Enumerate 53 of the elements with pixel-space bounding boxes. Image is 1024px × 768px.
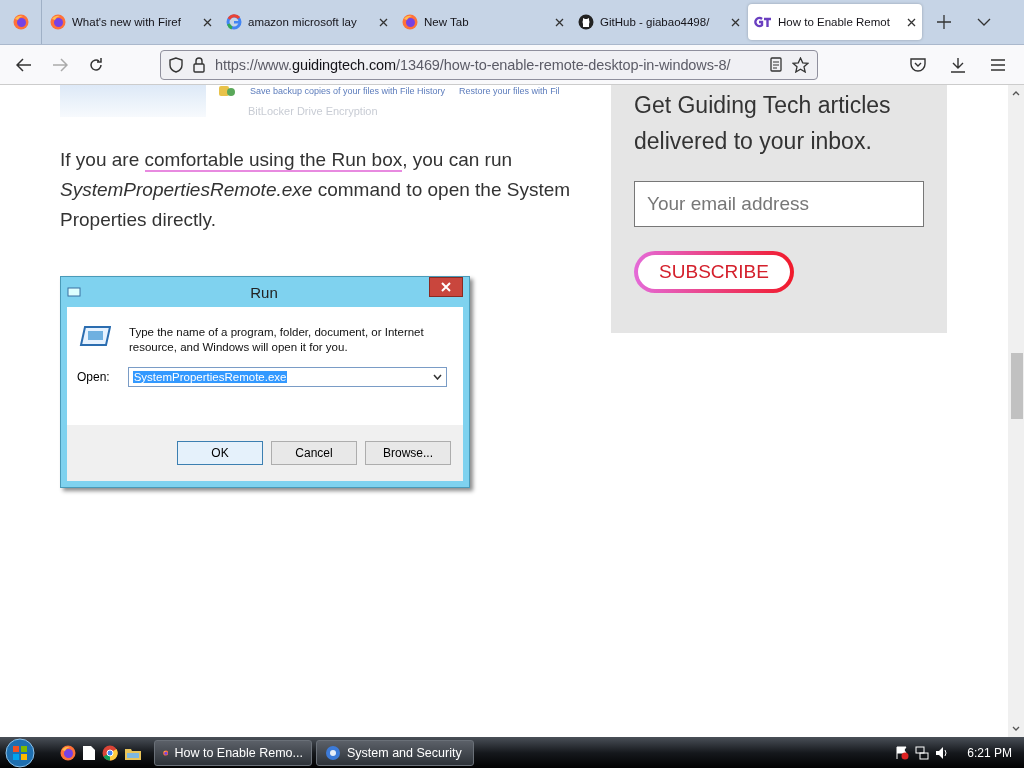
- close-icon[interactable]: [441, 282, 451, 292]
- gt-logo-icon: [754, 16, 772, 28]
- close-tab-icon[interactable]: [555, 17, 564, 27]
- scroll-down-icon[interactable]: [1012, 726, 1020, 731]
- network-icon[interactable]: [915, 746, 930, 760]
- dialog-description: Type the name of a program, folder, document, or Internet resource, and Windows will open it for you.: [129, 325, 425, 355]
- browser-tab[interactable]: What's new with Firef: [44, 4, 218, 40]
- close-button[interactable]: [429, 277, 463, 297]
- reader-view-icon[interactable]: [770, 57, 782, 72]
- run-program-icon: [79, 325, 111, 347]
- newsletter-heading: Get Guiding Tech articles delivered to your inbox.: [634, 91, 892, 156]
- close-tab-icon[interactable]: [731, 17, 740, 27]
- close-tab-icon[interactable]: [907, 17, 916, 27]
- article-paragraph: If you are comfortable using the Run box, you can run SystemPropertiesRemote.exe command to open the System Properties directly.: [60, 148, 572, 232]
- dialog-button[interactable]: Browse...: [365, 441, 451, 465]
- firefox-icon: [402, 14, 418, 30]
- browser-tab[interactable]: How to Enable Remot: [748, 4, 922, 40]
- close-tab-icon[interactable]: [379, 17, 388, 27]
- run-app-icon: [67, 287, 81, 297]
- bookmark-star-icon[interactable]: [792, 56, 809, 73]
- open-label: Open:: [77, 370, 110, 384]
- browser-tab[interactable]: amazon microsoft lay: [220, 4, 394, 40]
- firefox-launcher-icon: [60, 745, 76, 761]
- google-icon: [226, 14, 242, 30]
- close-tab-icon[interactable]: [203, 17, 212, 27]
- scrollbar-thumb[interactable]: [1011, 353, 1023, 419]
- chrome-icon[interactable]: [102, 745, 118, 761]
- github-icon: [578, 14, 594, 30]
- dialog-button[interactable]: OK: [177, 441, 263, 465]
- address-bar[interactable]: https://www.guidingtech.com/13469/how-to-enable-remote-desktop-in-windows-8/: [160, 49, 818, 80]
- firefox-icon: [12, 14, 29, 30]
- dialog-button[interactable]: Cancel: [271, 441, 357, 465]
- taskbar-window-button[interactable]: System and Security: [316, 740, 474, 766]
- volume-icon[interactable]: [935, 746, 950, 760]
- url-text: https://www.guidingtech.com/13469/how-to-enable-remote-desktop-in-windows-8/: [215, 56, 732, 73]
- taskbar-window-button[interactable]: How to Enable Remo...: [154, 740, 312, 766]
- control-panel-icon: [325, 745, 341, 761]
- browser-tab[interactable]: GitHub - giabao4498/: [572, 4, 746, 40]
- document-icon[interactable]: [82, 745, 96, 761]
- scroll-up-icon[interactable]: [1012, 91, 1020, 96]
- scrollbar[interactable]: [1008, 85, 1024, 737]
- clock: 6:21 PM: [967, 746, 1012, 760]
- firefox-icon: [50, 14, 66, 30]
- backup-icon: [218, 85, 236, 97]
- flag-alert-icon[interactable]: [895, 746, 910, 760]
- subscribe-button[interactable]: SUBSCRIBE: [634, 251, 794, 293]
- email-field[interactable]: Your email address: [634, 181, 924, 227]
- dropdown-caret-icon[interactable]: [433, 374, 442, 380]
- dialog-title: Run: [249, 283, 279, 301]
- article-link[interactable]: comfortable using the Run box: [144, 149, 403, 172]
- lock-icon: [193, 56, 205, 73]
- browser-tab[interactable]: New Tab: [396, 4, 570, 40]
- shield-icon: [169, 56, 183, 73]
